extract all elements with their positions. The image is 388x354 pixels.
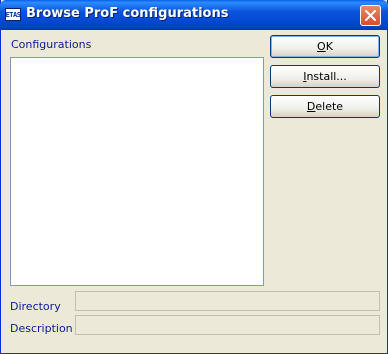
window-title: Browse ProF configurations: [26, 6, 229, 21]
install-button-label: Install...: [303, 70, 347, 83]
delete-button[interactable]: Delete: [270, 95, 380, 118]
description-field: [75, 315, 380, 335]
directory-field: [75, 291, 380, 311]
title-bar[interactable]: ETAS Browse ProF configurations: [0, 0, 388, 30]
close-icon: [365, 10, 376, 21]
ok-button-label: OK: [317, 40, 333, 53]
close-button[interactable]: [360, 5, 381, 26]
install-button[interactable]: Install...: [270, 65, 380, 88]
directory-label: Directory: [10, 300, 61, 313]
configurations-list[interactable]: [10, 57, 264, 286]
description-label: Description: [10, 322, 73, 335]
configurations-label: Configurations: [11, 38, 92, 51]
browse-prof-dialog: ETAS Browse ProF configurations Configur…: [0, 0, 388, 354]
delete-button-label: Delete: [306, 100, 344, 113]
ok-button[interactable]: OK: [270, 35, 380, 58]
app-icon: ETAS: [5, 8, 21, 21]
